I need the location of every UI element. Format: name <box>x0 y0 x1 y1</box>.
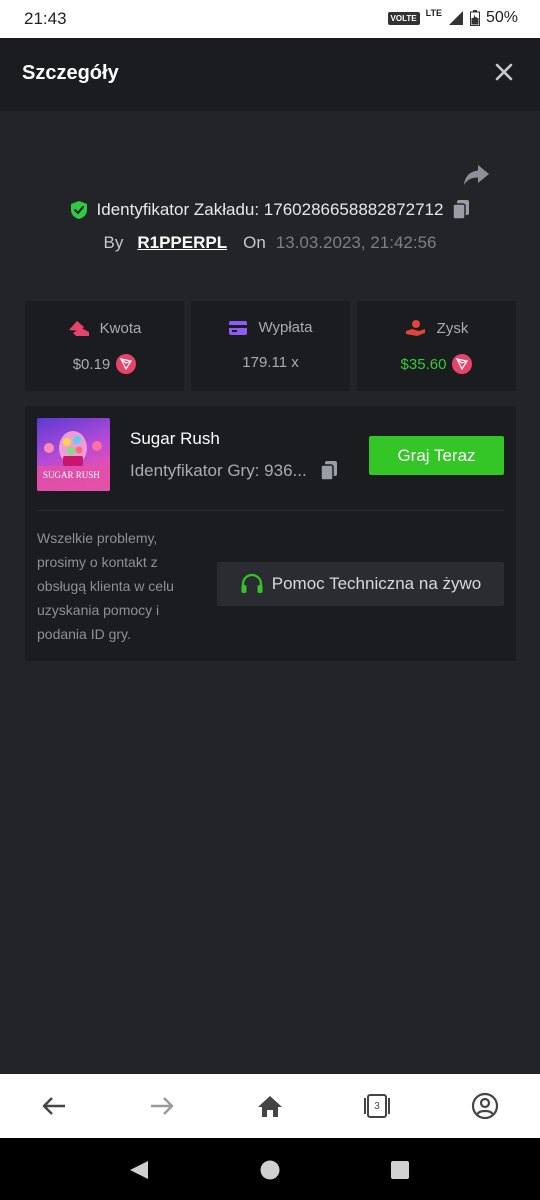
stat-title: Kwota <box>99 319 142 337</box>
divider <box>37 510 504 511</box>
nav-recents-icon[interactable] <box>389 1159 411 1181</box>
tab-count: 3 <box>374 1100 380 1112</box>
stat-card-profit: Zysk $35.60 <box>357 301 516 391</box>
battery-level: 50% <box>485 9 518 26</box>
play-now-button[interactable]: Graj Teraz <box>369 436 504 475</box>
modal-header: Szczegóły <box>0 38 540 111</box>
support-help-text: Wszelkie problemy, prosimy o kontakt z o… <box>37 530 174 642</box>
tron-icon <box>452 354 473 374</box>
tron-icon <box>116 354 137 374</box>
back-button[interactable] <box>40 1092 68 1120</box>
status-bar: 21:43 VOLTE LTE 50% <box>0 0 540 38</box>
copy-icon[interactable] <box>319 460 339 482</box>
thumb-title: SUGAR RUSH <box>43 470 100 480</box>
support-label: Pomoc Techniczna na żywo <box>271 574 482 593</box>
stat-value: $0.19 <box>72 355 111 373</box>
game-id-row: Identyfikator Gry: 936... <box>130 460 339 482</box>
stat-title: Zysk <box>436 319 469 337</box>
status-indicators: VOLTE LTE 50% <box>387 8 518 27</box>
copy-icon[interactable] <box>451 199 471 221</box>
stat-value: $35.60 <box>400 355 447 373</box>
game-id: Identyfikator Gry: 936... <box>130 461 307 480</box>
bet-date: 13.03.2023, 21:42:56 <box>275 233 437 252</box>
account-icon <box>471 1092 499 1120</box>
tabs-button[interactable]: 3 <box>363 1092 391 1120</box>
close-icon[interactable] <box>492 60 516 84</box>
home-icon <box>258 1096 282 1117</box>
home-button[interactable] <box>256 1092 284 1120</box>
game-panel: SUGAR RUSH Sugar Rush Identyfikator Gry:… <box>25 406 516 661</box>
arrow-right-icon <box>151 1097 174 1115</box>
bet-id: Identyfikator Zakładu: 17602866588828727… <box>96 200 444 219</box>
browser-toolbar: 3 <box>0 1074 540 1138</box>
headset-icon <box>241 573 263 593</box>
username-link[interactable]: R1PPERPL <box>137 233 227 253</box>
account-button[interactable] <box>471 1092 499 1120</box>
nav-home-icon[interactable] <box>259 1159 281 1181</box>
system-nav-bar <box>0 1138 540 1200</box>
page-title: Szczegóły <box>22 62 119 84</box>
verified-shield-icon <box>70 201 87 219</box>
live-support-button[interactable]: Pomoc Techniczna na żywo <box>217 562 504 606</box>
bet-id-row: Identyfikator Zakładu: 17602866588828727… <box>0 199 540 221</box>
stat-card-payout: Wypłata 179.11 x <box>191 301 350 391</box>
volte-badge: VOLTE <box>387 11 420 25</box>
bet-meta-row: By R1PPERPL On 13.03.2023, 21:42:56 <box>0 233 540 253</box>
network-type: LTE <box>425 8 442 18</box>
status-time: 21:43 <box>24 9 67 28</box>
on-label: On <box>243 233 266 252</box>
stat-value: 179.11 x <box>242 354 299 371</box>
profit-hand-icon <box>405 320 425 336</box>
arrow-left-icon <box>42 1097 65 1115</box>
signal-icon <box>448 11 463 25</box>
by-label: By <box>103 233 124 252</box>
battery-icon <box>469 10 480 26</box>
stat-card-amount: Kwota $0.19 <box>25 301 184 391</box>
stat-title: Wypłata <box>258 319 313 336</box>
wallet-icon <box>68 321 89 336</box>
forward-button[interactable] <box>148 1092 176 1120</box>
card-icon <box>229 320 248 335</box>
nav-back-icon[interactable] <box>128 1159 150 1181</box>
game-name: Sugar Rush <box>130 429 220 448</box>
game-thumbnail[interactable]: SUGAR RUSH <box>37 418 110 491</box>
share-icon[interactable] <box>462 162 490 188</box>
